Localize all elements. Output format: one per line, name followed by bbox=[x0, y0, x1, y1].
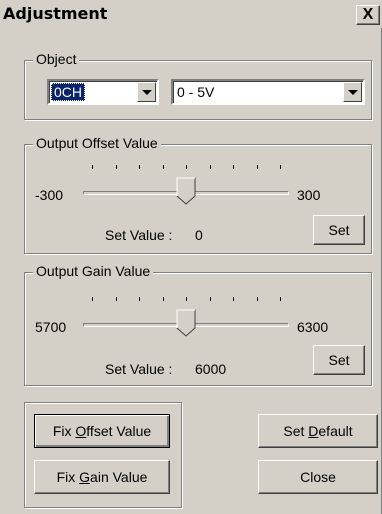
range-select[interactable]: 0 - 5V bbox=[171, 79, 365, 105]
object-group: Object 0CH 0 - 5V bbox=[24, 51, 372, 120]
slider-thumb[interactable] bbox=[176, 177, 196, 205]
object-legend: Object bbox=[33, 51, 80, 67]
offset-min-label: -300 bbox=[35, 187, 64, 203]
offset-max-label: 300 bbox=[297, 187, 321, 203]
gain-set-button[interactable]: Set bbox=[313, 345, 365, 375]
gain-set-value-label: Set Value : bbox=[105, 361, 173, 377]
set-default-prefix: Set bbox=[283, 423, 309, 439]
channel-select[interactable]: 0CH bbox=[47, 79, 159, 105]
gain-max-label: 6300 bbox=[297, 319, 329, 335]
gain-slider[interactable] bbox=[83, 293, 293, 337]
gain-legend: Output Gain Value bbox=[33, 263, 154, 279]
offset-set-button-label: Set bbox=[328, 222, 350, 238]
set-default-suffix: efault bbox=[318, 423, 353, 439]
close-button-label: Close bbox=[300, 469, 336, 485]
offset-group: Output Offset Value -300 300 Set Value :… bbox=[24, 135, 372, 254]
fix-gain-value-label: Fix Gain Value bbox=[35, 469, 169, 485]
channel-select-value: 0CH bbox=[51, 83, 86, 101]
set-default-button[interactable]: Set Default bbox=[258, 414, 378, 448]
gain-min-label: 5700 bbox=[35, 319, 67, 335]
fix-offset-value-button[interactable]: Fix Offset Value bbox=[34, 414, 170, 448]
chevron-down-icon[interactable] bbox=[343, 82, 362, 102]
fix-offset-suffix: ffset Value bbox=[86, 423, 152, 439]
range-select-value: 0 - 5V bbox=[177, 84, 215, 100]
close-window-button[interactable]: X bbox=[356, 5, 380, 25]
title-bar: Adjustment X bbox=[0, 0, 382, 28]
window-title: Adjustment bbox=[3, 4, 108, 23]
close-button[interactable]: Close bbox=[258, 460, 378, 494]
offset-set-value: 0 bbox=[195, 227, 203, 243]
slider-thumb[interactable] bbox=[176, 309, 196, 337]
offset-set-button[interactable]: Set bbox=[313, 215, 365, 245]
gain-set-value: 6000 bbox=[195, 361, 227, 377]
set-default-label: Set Default bbox=[259, 423, 377, 439]
close-icon: X bbox=[362, 6, 374, 23]
offset-legend: Output Offset Value bbox=[33, 135, 161, 151]
set-default-accel: D bbox=[308, 423, 319, 439]
fix-gain-prefix: Fix bbox=[56, 469, 80, 485]
fix-gain-value-button[interactable]: Fix Gain Value bbox=[34, 460, 170, 494]
offset-slider[interactable] bbox=[83, 161, 293, 205]
fix-offset-value-label: Fix Offset Value bbox=[35, 423, 169, 439]
fix-offset-accel: O bbox=[75, 423, 87, 439]
gain-set-button-label: Set bbox=[328, 352, 350, 368]
chevron-down-icon[interactable] bbox=[137, 82, 156, 102]
adjustment-dialog: Adjustment X Object 0CH 0 - 5V Output Of… bbox=[0, 0, 382, 514]
gain-group: Output Gain Value 5700 6300 Set Value : … bbox=[24, 263, 372, 386]
fix-gain-accel: G bbox=[79, 469, 91, 485]
offset-set-value-label: Set Value : bbox=[105, 227, 173, 243]
fix-offset-prefix: Fix bbox=[52, 423, 76, 439]
fix-gain-suffix: ain Value bbox=[90, 469, 148, 485]
